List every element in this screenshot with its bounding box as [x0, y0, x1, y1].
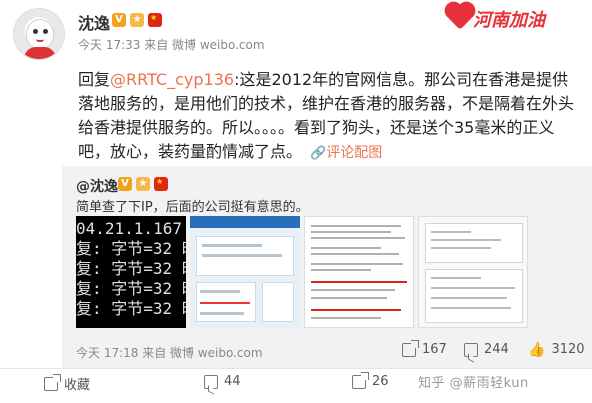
terminal-line: 复: 字节=32 时 [76, 239, 186, 258]
avatar-eye-left [33, 29, 38, 34]
zhihu-watermark: 知乎 @薪雨轻kun [418, 376, 529, 391]
post-time: 今天 17:33 来自 微博 weibo.com [78, 38, 265, 52]
terminal-line: 复: 字节=32 时 [76, 299, 186, 318]
ip-lookup-header [190, 216, 300, 228]
comment-icon [204, 374, 218, 389]
text-line [311, 225, 401, 227]
text-line [311, 237, 405, 239]
text-line [431, 239, 501, 241]
repost-like-button[interactable]: 👍 3120 [528, 342, 585, 357]
image-link-icon: 🔗 [310, 146, 327, 161]
repost-text: 简单查了下IP，后面的公司挺有意思的。 [76, 200, 309, 215]
comment-icon [464, 342, 478, 357]
repost-username[interactable]: @沈逸 [76, 179, 118, 195]
heart-icon [447, 4, 473, 30]
text-line [202, 244, 262, 247]
reply-prefix: 回复 [78, 70, 111, 89]
repost-like-count: 3120 [551, 342, 585, 357]
company-info-screenshot[interactable] [304, 216, 414, 328]
favorite-label: 收藏 [64, 378, 91, 393]
avatar[interactable] [13, 8, 65, 60]
favorite-icon [44, 373, 61, 391]
repost-comment-button[interactable]: 244 [464, 342, 509, 357]
text-line [311, 297, 387, 299]
text-line [431, 277, 481, 279]
text-line [431, 247, 491, 249]
comment-button[interactable]: 44 [204, 374, 241, 389]
text-line [311, 269, 371, 271]
repost-level-icon: ★ [136, 177, 150, 191]
mention-link[interactable]: @RRTC_cyp136 [110, 70, 234, 89]
repost-time: 今天 17:18 来自 微博 weibo.com [76, 346, 263, 360]
text-line [431, 231, 471, 233]
text-line [200, 312, 244, 315]
highlight-line [200, 302, 250, 304]
repost-user[interactable]: @沈逸 [76, 176, 118, 196]
divider [0, 368, 592, 369]
repost-comment-count: 244 [484, 342, 509, 357]
favorite-button[interactable]: 收藏 [44, 373, 91, 393]
registration-screenshot[interactable] [418, 216, 528, 328]
china-flag-icon [148, 13, 162, 27]
text-line [311, 289, 395, 291]
text-line [431, 297, 507, 299]
share-icon [402, 339, 419, 357]
text-line [431, 307, 511, 309]
repost-box: @沈逸 V ★ 简单查了下IP，后面的公司挺有意思的。 04.21.1.167 … [62, 166, 592, 368]
username[interactable]: 沈逸 [78, 10, 110, 34]
terminal-screenshot[interactable]: 04.21.1.167 复: 字节=32 时 复: 字节=32 时 复: 字节=… [76, 216, 186, 328]
text-line [311, 317, 381, 319]
logo-text: 河南加油 [473, 10, 545, 31]
highlight-line [311, 309, 401, 311]
avatar-body [24, 47, 56, 59]
avatar-face [26, 19, 54, 49]
text-line [311, 231, 391, 233]
text-line [311, 247, 381, 249]
repost-count: 26 [372, 374, 389, 389]
henan-logo: 河南加油 [447, 2, 587, 36]
terminal-line: 复: 字节=32 时 [76, 279, 186, 298]
registration-box [425, 223, 523, 263]
text-line [311, 253, 399, 255]
thumbs-up-icon: 👍 [528, 341, 546, 358]
terminal-line: 04.21.1.167 [76, 219, 182, 238]
avatar-eye-right [43, 29, 48, 34]
ip-lookup-screenshot[interactable] [190, 216, 300, 328]
text-line [202, 254, 282, 257]
repost-verified-badge: V [118, 177, 132, 191]
repost-share-button[interactable]: 167 [402, 339, 447, 357]
map-card [262, 282, 294, 322]
text-line [200, 290, 240, 293]
level-badge-icon: ★ [130, 13, 144, 27]
text-line [431, 287, 515, 289]
terminal-line: 复: 字节=32 时 [76, 259, 186, 278]
highlight-line [311, 281, 407, 283]
repost-icon [352, 371, 369, 389]
repost-share-count: 167 [422, 342, 447, 357]
comment-count: 44 [224, 374, 241, 389]
post-body: 回复@RRTC_cyp136:这是2012年的官网信息。那公司在香港是提供落地服… [78, 68, 578, 166]
repost-button[interactable]: 26 [352, 371, 389, 389]
weibo-post: 沈逸 V ★ 今天 17:33 来自 微博 weibo.com 河南加油 回复@… [0, 0, 592, 403]
comment-image-link[interactable]: 评论配图 [326, 145, 382, 161]
repost-flag-icon [154, 177, 168, 191]
text-line [311, 263, 403, 265]
verified-badge: V [112, 13, 126, 27]
